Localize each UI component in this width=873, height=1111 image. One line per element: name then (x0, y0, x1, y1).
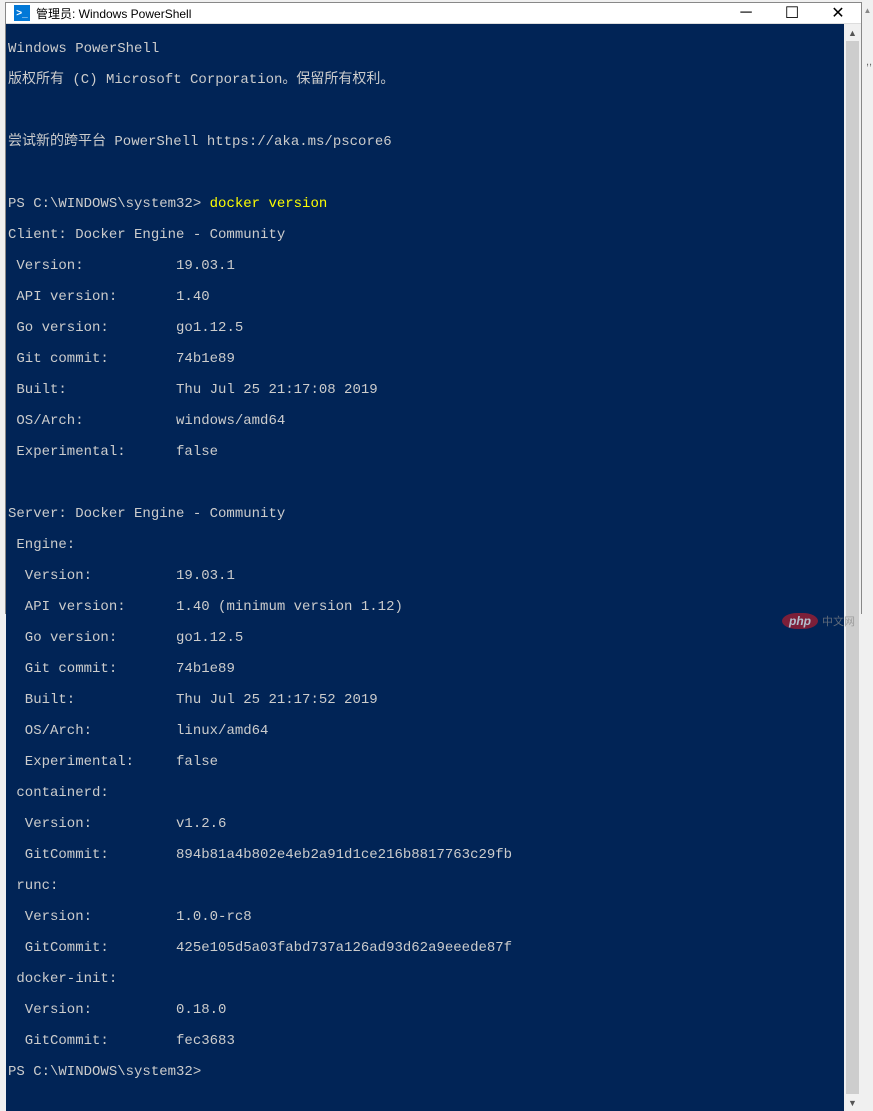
dockerinit-version: Version: 0.18.0 (8, 1003, 844, 1019)
containerd-header: containerd: (8, 786, 844, 802)
engine-header: Engine: (8, 538, 844, 554)
watermark-text: 中文网 (822, 613, 855, 629)
header-line: Windows PowerShell (8, 42, 844, 58)
engine-exp: Experimental: false (8, 755, 844, 771)
client-exp: Experimental: false (8, 445, 844, 461)
client-go: Go version: go1.12.5 (8, 321, 844, 337)
scroll-up-button[interactable]: ▲ (844, 24, 861, 41)
server-header: Server: Docker Engine - Community (8, 507, 844, 523)
prompt-path: PS C:\WINDOWS\system32> (8, 196, 210, 212)
blank-line (8, 166, 844, 182)
terminal-area: Windows PowerShell 版权所有 (C) Microsoft Co… (6, 24, 861, 1111)
client-header: Client: Docker Engine - Community (8, 228, 844, 244)
side-marker: ,, (866, 56, 873, 68)
client-git: Git commit: 74b1e89 (8, 352, 844, 368)
containerd-git: GitCommit: 894b81a4b802e4eb2a91d1ce216b8… (8, 848, 844, 864)
pscore-line: 尝试新的跨平台 PowerShell https://aka.ms/pscore… (8, 135, 844, 151)
page-scrollbar[interactable]: ▲ (862, 2, 873, 637)
maximize-button[interactable]: ☐ (769, 3, 815, 23)
titlebar[interactable]: >_ 管理员: Windows PowerShell ─ ☐ ✕ (6, 3, 861, 24)
prompt-line-2: PS C:\WINDOWS\system32> (8, 1065, 844, 1081)
terminal-scrollbar[interactable]: ▲ ▼ (844, 24, 861, 1111)
window-controls: ─ ☐ ✕ (723, 3, 861, 23)
client-version: Version: 19.03.1 (8, 259, 844, 275)
engine-git: Git commit: 74b1e89 (8, 662, 844, 678)
close-button[interactable]: ✕ (815, 3, 861, 23)
scroll-up-icon[interactable]: ▲ (864, 6, 872, 15)
dockerinit-git: GitCommit: fec3683 (8, 1034, 844, 1050)
powershell-icon: >_ (14, 5, 30, 21)
engine-built: Built: Thu Jul 25 21:17:52 2019 (8, 693, 844, 709)
client-os: OS/Arch: windows/amd64 (8, 414, 844, 430)
runc-git: GitCommit: 425e105d5a03fabd737a126ad93d6… (8, 941, 844, 957)
watermark: php 中文网 (782, 613, 855, 629)
runc-version: Version: 1.0.0-rc8 (8, 910, 844, 926)
engine-go: Go version: go1.12.5 (8, 631, 844, 647)
client-built: Built: Thu Jul 25 21:17:08 2019 (8, 383, 844, 399)
engine-os: OS/Arch: linux/amd64 (8, 724, 844, 740)
window-title: 管理员: Windows PowerShell (36, 5, 723, 22)
prompt-line: PS C:\WINDOWS\system32> docker version (8, 197, 844, 213)
client-api: API version: 1.40 (8, 290, 844, 306)
command-text: docker version (210, 196, 328, 212)
powershell-window: >_ 管理员: Windows PowerShell ─ ☐ ✕ Windows… (5, 2, 862, 614)
terminal-output[interactable]: Windows PowerShell 版权所有 (C) Microsoft Co… (6, 24, 844, 1111)
watermark-badge: php (782, 613, 818, 629)
blank-line (8, 104, 844, 120)
containerd-version: Version: v1.2.6 (8, 817, 844, 833)
minimize-button[interactable]: ─ (723, 3, 769, 23)
scroll-down-button[interactable]: ▼ (844, 1094, 861, 1111)
engine-api: API version: 1.40 (minimum version 1.12) (8, 600, 844, 616)
copyright-line: 版权所有 (C) Microsoft Corporation。保留所有权利。 (8, 73, 844, 89)
dockerinit-header: docker-init: (8, 972, 844, 988)
scroll-track[interactable] (844, 41, 861, 1094)
engine-version: Version: 19.03.1 (8, 569, 844, 585)
runc-header: runc: (8, 879, 844, 895)
scroll-thumb[interactable] (846, 41, 859, 1094)
blank-line (8, 476, 844, 492)
